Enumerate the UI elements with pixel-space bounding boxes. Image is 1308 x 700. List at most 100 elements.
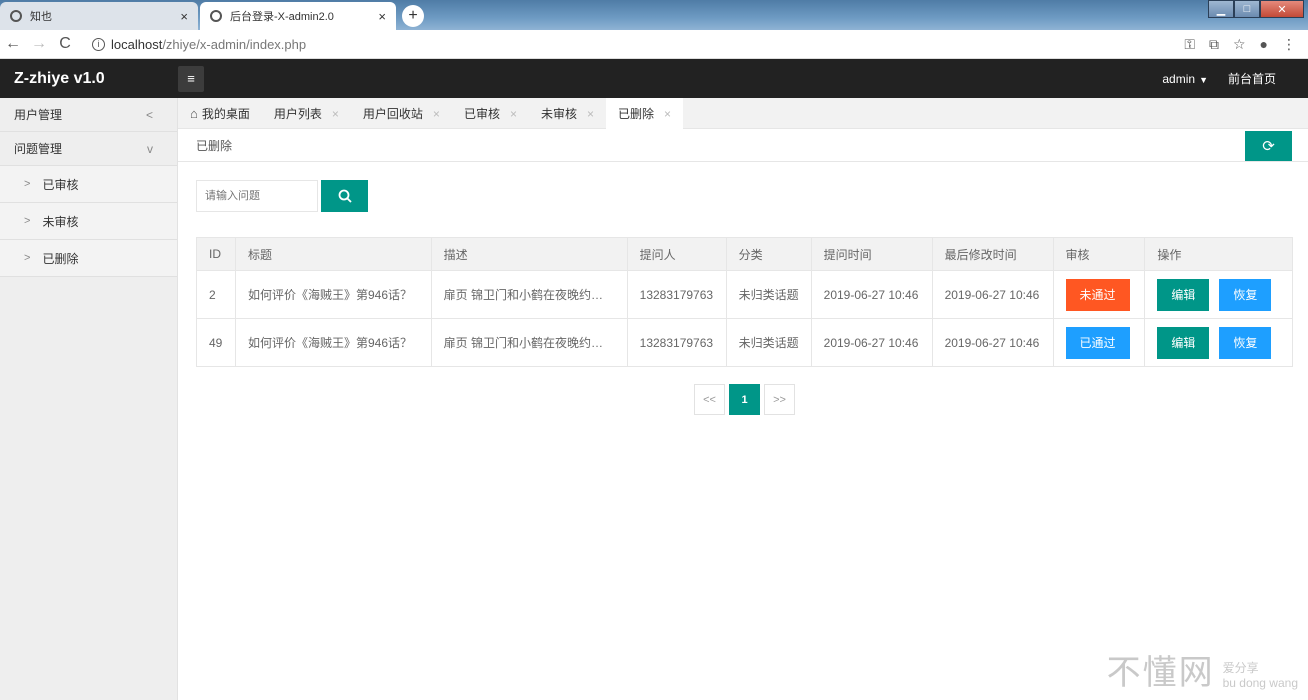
menu-toggle-icon[interactable]: ≡ [178, 65, 204, 92]
breadcrumb-label: 已删除 [196, 138, 233, 153]
cell-title: 如何评价《海贼王》第946话？ [234, 318, 432, 367]
cell-category: 未归类话题 [725, 270, 812, 319]
tab-reviewed[interactable]: 已审核 × [452, 98, 529, 129]
column-header: 审核 [1052, 237, 1146, 271]
translate-icon[interactable]: ⧉ [1209, 36, 1219, 53]
chevron-right-icon: > [24, 252, 31, 264]
info-icon[interactable]: i [92, 37, 105, 51]
restore-button[interactable]: 恢复 [1219, 278, 1272, 311]
search-input[interactable] [196, 180, 318, 212]
audit-status-button[interactable]: 已通过 [1065, 326, 1130, 359]
close-icon[interactable]: × [433, 107, 440, 121]
tab-unreviewed[interactable]: 未审核 × [529, 98, 606, 129]
cell-title: 如何评价《海贼王》第946话？ [234, 270, 432, 319]
cell-created: 2019-06-27 10:46 [810, 270, 933, 319]
reload-icon[interactable]: C [52, 35, 78, 53]
sidebar-subitem-unreviewed[interactable]: > 未审核 [0, 203, 177, 240]
tab-label: 用户回收站 [362, 107, 423, 121]
frontpage-link[interactable]: 前台首页 [1228, 70, 1276, 87]
next-page-button[interactable]: >> [764, 384, 795, 415]
user-name: admin [1162, 71, 1196, 86]
cell-desc: 扉页 锦卫门和小鹤在夜晚约会… [430, 318, 628, 367]
close-icon[interactable]: × [510, 107, 517, 121]
close-icon[interactable]: × [664, 107, 671, 121]
url-field[interactable]: localhost/zhiye/x-admin/index.php [111, 37, 306, 52]
refresh-icon: ⟳ [1262, 138, 1275, 155]
tab-user-recycle[interactable]: 用户回收站 × [351, 98, 452, 129]
browser-tab-title: 知也 [30, 11, 52, 23]
close-icon[interactable]: × [378, 9, 386, 24]
sidebar-submenu: > 已审核 > 未审核 > 已删除 [0, 166, 177, 277]
new-tab-button[interactable]: + [402, 5, 424, 27]
maximize-icon[interactable]: □ [1234, 0, 1260, 18]
back-icon[interactable]: ← [0, 35, 26, 53]
tab-desktop[interactable]: ⌂ 我的桌面 [178, 98, 262, 129]
url-host: localhost [111, 36, 163, 52]
sidebar-item-user-management[interactable]: 用户管理 < [0, 98, 177, 132]
cell-actions: 编辑 恢复 [1144, 270, 1293, 319]
chevron-right-icon: > [24, 178, 31, 190]
pagination: << 1 >> [694, 384, 795, 415]
close-icon[interactable]: × [332, 107, 339, 121]
search-button[interactable] [321, 180, 368, 212]
cell-asker: 13283179763 [626, 318, 727, 367]
questions-table: ID 标题 描述 提问人 分类 提问时间 最后修改时间 审核 操作 2 如何评价… [196, 237, 1293, 367]
watermark-sub2: bu dong wang [1222, 675, 1298, 690]
app-header: Z-zhiye v1.0 ≡ admin ▼ 前台首页 [0, 59, 1308, 98]
forward-icon[interactable]: → [26, 35, 52, 53]
minimize-icon[interactable]: ▁ [1208, 0, 1234, 18]
browser-tab-title: 后台登录-X-admin2.0 [230, 11, 334, 23]
sidebar-subitem-reviewed[interactable]: > 已审核 [0, 166, 177, 203]
cell-id: 49 [196, 318, 236, 367]
more-icon[interactable]: ⋮ [1282, 36, 1296, 53]
tab-user-list[interactable]: 用户列表 × [262, 98, 351, 129]
cell-modified: 2019-06-27 10:46 [931, 318, 1054, 367]
refresh-button[interactable]: ⟳ [1245, 131, 1292, 161]
home-icon: ⌂ [190, 106, 198, 121]
cell-asker: 13283179763 [626, 270, 727, 319]
breadcrumb: 已删除 ⟳ [178, 129, 1308, 162]
close-icon[interactable]: × [587, 107, 594, 121]
column-header: 标题 [234, 237, 432, 271]
browser-tab-zhiye[interactable]: 知也 × [0, 2, 198, 30]
prev-page-button[interactable]: << [694, 384, 725, 415]
caret-down-icon: ▼ [1199, 74, 1208, 85]
current-page-button[interactable]: 1 [729, 384, 760, 415]
content-tabs: ⌂ 我的桌面 用户列表 × 用户回收站 × 已审核 × 未审核 × 已删除 × [178, 98, 1308, 129]
browser-tab-admin[interactable]: 后台登录-X-admin2.0 × [200, 2, 396, 30]
sidebar-subitem-label: 已删除 [42, 251, 79, 266]
sidebar-item-label: 问题管理 [14, 142, 63, 156]
column-header: 分类 [725, 237, 812, 271]
sidebar-subitem-label: 已审核 [42, 177, 79, 192]
user-menu[interactable]: admin ▼ [1162, 72, 1208, 86]
edit-button[interactable]: 编辑 [1157, 278, 1210, 311]
globe-icon [10, 10, 22, 22]
key-icon[interactable]: ⚿ [1184, 36, 1195, 53]
chevron-down-icon: v [147, 141, 153, 156]
cell-modified: 2019-06-27 10:46 [931, 270, 1054, 319]
address-bar-actions: ⚿ ⧉ ☆ ● ⋮ [1184, 36, 1308, 53]
cell-actions: 编辑 恢复 [1144, 318, 1293, 367]
account-icon[interactable]: ● [1260, 36, 1268, 52]
audit-status-button[interactable]: 未通过 [1065, 278, 1130, 311]
tab-deleted[interactable]: 已删除 × [606, 98, 684, 129]
column-header: ID [196, 237, 236, 271]
star-icon[interactable]: ☆ [1233, 36, 1246, 53]
edit-button[interactable]: 编辑 [1157, 326, 1210, 359]
sidebar-subitem-deleted[interactable]: > 已删除 [0, 240, 177, 277]
globe-icon [210, 10, 222, 22]
chevron-left-icon: < [145, 107, 153, 122]
window-close-icon[interactable]: ✕ [1260, 0, 1304, 18]
restore-button[interactable]: 恢复 [1219, 326, 1272, 359]
table-row: 2 如何评价《海贼王》第946话？ 扉页 锦卫门和小鹤在夜晚约会… 132831… [196, 270, 1293, 319]
sidebar-item-question-management[interactable]: 问题管理 v [0, 132, 177, 166]
app-logo[interactable]: Z-zhiye v1.0 [0, 70, 178, 88]
tab-label: 未审核 [540, 107, 577, 121]
watermark-main: 不懂网 [1106, 653, 1215, 693]
sidebar-item-label: 用户管理 [14, 108, 63, 122]
chevron-right-icon: > [24, 215, 31, 227]
cell-category: 未归类话题 [725, 318, 812, 367]
column-header: 描述 [430, 237, 628, 271]
tab-label: 已审核 [463, 107, 500, 121]
close-icon[interactable]: × [180, 9, 188, 24]
